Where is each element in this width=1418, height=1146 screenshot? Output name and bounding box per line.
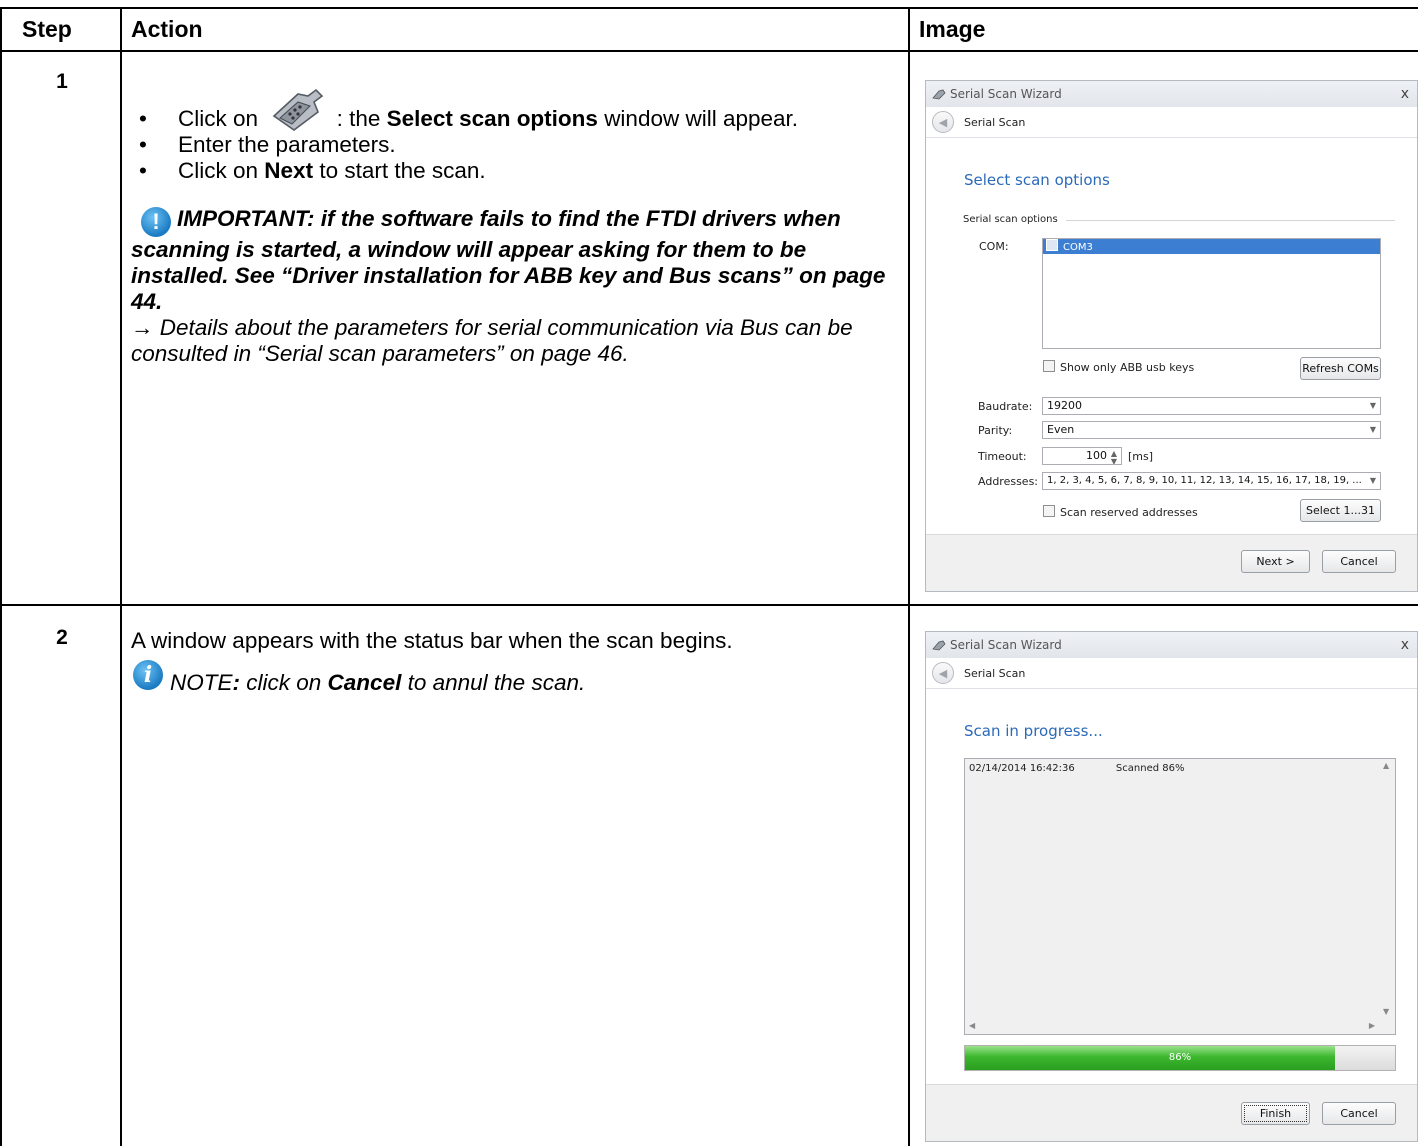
parity-label: Parity:	[978, 424, 1013, 437]
group-divider	[1066, 220, 1395, 221]
horizontal-scrollbar[interactable]: ◀ ▶	[965, 1018, 1379, 1034]
chevron-down-icon: ▼	[1369, 401, 1376, 410]
parity-select[interactable]: Even ▼	[1042, 421, 1381, 439]
table-left-border	[0, 7, 2, 1146]
dialog-footer: Finish Cancel	[926, 1084, 1417, 1141]
com-listbox[interactable]: COM3	[1042, 238, 1381, 349]
baudrate-select[interactable]: 19200 ▼	[1042, 397, 1381, 415]
next-button[interactable]: Next >	[1241, 550, 1310, 573]
addresses-select[interactable]: 1, 2, 3, 4, 5, 6, 7, 8, 9, 10, 11, 12, 1…	[1042, 472, 1381, 490]
close-button[interactable]: x	[1401, 637, 1409, 653]
header-action: Action	[131, 16, 203, 42]
dialog-titlebar: Serial Scan Wizard x	[926, 632, 1417, 658]
col-divider-action	[908, 7, 910, 1146]
dialog-title: Serial Scan Wizard	[950, 87, 1062, 101]
dialog-heading: Scan in progress...	[964, 722, 1103, 740]
cancel-button[interactable]: Cancel	[1322, 550, 1396, 573]
serial-plug-icon	[273, 88, 324, 131]
com-label: COM:	[979, 240, 1009, 253]
table-top-border	[0, 7, 1418, 9]
select-range-button[interactable]: Select 1...31	[1300, 499, 1381, 522]
scan-reserved-checkbox[interactable]: Scan reserved addresses	[1043, 505, 1198, 519]
progress-bar: 86%	[964, 1045, 1396, 1071]
cancel-button[interactable]: Cancel	[1322, 1102, 1396, 1125]
log-row: 02/14/2014 16:42:36 Scanned 86%	[969, 763, 1184, 774]
row-divider	[0, 604, 1418, 606]
scroll-right-icon[interactable]: ▶	[1369, 1021, 1375, 1030]
header-image: Image	[919, 16, 986, 42]
details-text: → Details about the parameters for seria…	[131, 315, 853, 366]
finish-button[interactable]: Finish	[1241, 1102, 1310, 1125]
important-note: ! IMPORTANT: if the software fails to fin…	[131, 206, 886, 314]
list-item[interactable]: COM3	[1043, 239, 1380, 254]
group-label: Serial scan options	[963, 214, 1058, 225]
header-bottom-border	[0, 50, 1418, 52]
show-abb-checkbox[interactable]: Show only ABB usb keys	[1043, 360, 1194, 374]
dialog-footer: Next > Cancel	[926, 534, 1417, 591]
checkbox[interactable]	[1046, 239, 1058, 251]
timeout-unit: [ms]	[1128, 450, 1154, 463]
serial-scan-dialog-options: Serial Scan Wizard x ◀ Serial Scan Selec…	[925, 80, 1418, 592]
serial-scan-dialog-progress: Serial Scan Wizard x ◀ Serial Scan Scan …	[925, 631, 1418, 1142]
wizard-icon	[932, 89, 946, 100]
timeout-stepper[interactable]: 100 ▲ ▼	[1042, 447, 1122, 465]
timeout-label: Timeout:	[978, 450, 1027, 463]
vertical-scrollbar[interactable]: ▲ ▼	[1379, 759, 1395, 1018]
nav-title: Serial Scan	[964, 115, 1026, 129]
refresh-coms-button[interactable]: Refresh COMs	[1300, 357, 1381, 380]
log-message: Scanned 86%	[1115, 763, 1185, 774]
scroll-up-icon[interactable]: ▲	[1383, 761, 1389, 770]
step-1-action: Click on : the Select scan options windo…	[131, 88, 897, 367]
dialog-heading: Select scan options	[964, 171, 1110, 189]
note: i NOTE: click on Cancel to annul the sca…	[131, 660, 897, 696]
addresses-label: Addresses:	[978, 475, 1039, 488]
bullet-item: Click on Next to start the scan.	[131, 158, 897, 184]
spinner-icon[interactable]: ▲ ▼	[1111, 450, 1117, 465]
bullet-item: Enter the parameters.	[131, 132, 897, 158]
wizard-icon	[932, 640, 946, 651]
back-arrow-icon[interactable]: ◀	[932, 111, 954, 133]
step-2-action: A window appears with the status bar whe…	[131, 626, 897, 696]
nav-title: Serial Scan	[964, 666, 1026, 680]
step-2-text: A window appears with the status bar whe…	[131, 628, 733, 653]
chevron-down-icon: ▼	[1369, 476, 1376, 485]
header-step: Step	[22, 16, 72, 42]
chevron-down-icon: ▼	[1369, 425, 1376, 434]
dialog-content: Scan in progress... 02/14/2014 16:42:36 …	[926, 690, 1417, 1085]
dialog-navbar: ◀ Serial Scan	[926, 107, 1417, 138]
step-number: 2	[56, 626, 68, 649]
dialog-titlebar: Serial Scan Wizard x	[926, 81, 1417, 107]
step-number: 1	[56, 70, 68, 93]
col-divider-step	[120, 7, 122, 1146]
dialog-navbar: ◀ Serial Scan	[926, 658, 1417, 689]
scan-log[interactable]: 02/14/2014 16:42:36 Scanned 86% ▲ ▼ ◀ ▶	[964, 758, 1396, 1035]
info-icon: i	[133, 660, 163, 690]
progress-label: 86%	[1168, 1052, 1192, 1063]
bullet-item: Click on : the Select scan options windo…	[131, 88, 897, 132]
close-button[interactable]: x	[1401, 86, 1409, 102]
important-icon: !	[141, 207, 171, 237]
dialog-content: Select scan options Serial scan options …	[926, 139, 1417, 535]
dialog-title: Serial Scan Wizard	[950, 638, 1062, 652]
baudrate-label: Baudrate:	[978, 400, 1033, 413]
back-arrow-icon[interactable]: ◀	[932, 662, 954, 684]
log-time: 02/14/2014 16:42:36	[969, 763, 1075, 774]
scroll-left-icon[interactable]: ◀	[969, 1021, 975, 1030]
scroll-down-icon[interactable]: ▼	[1383, 1007, 1389, 1016]
